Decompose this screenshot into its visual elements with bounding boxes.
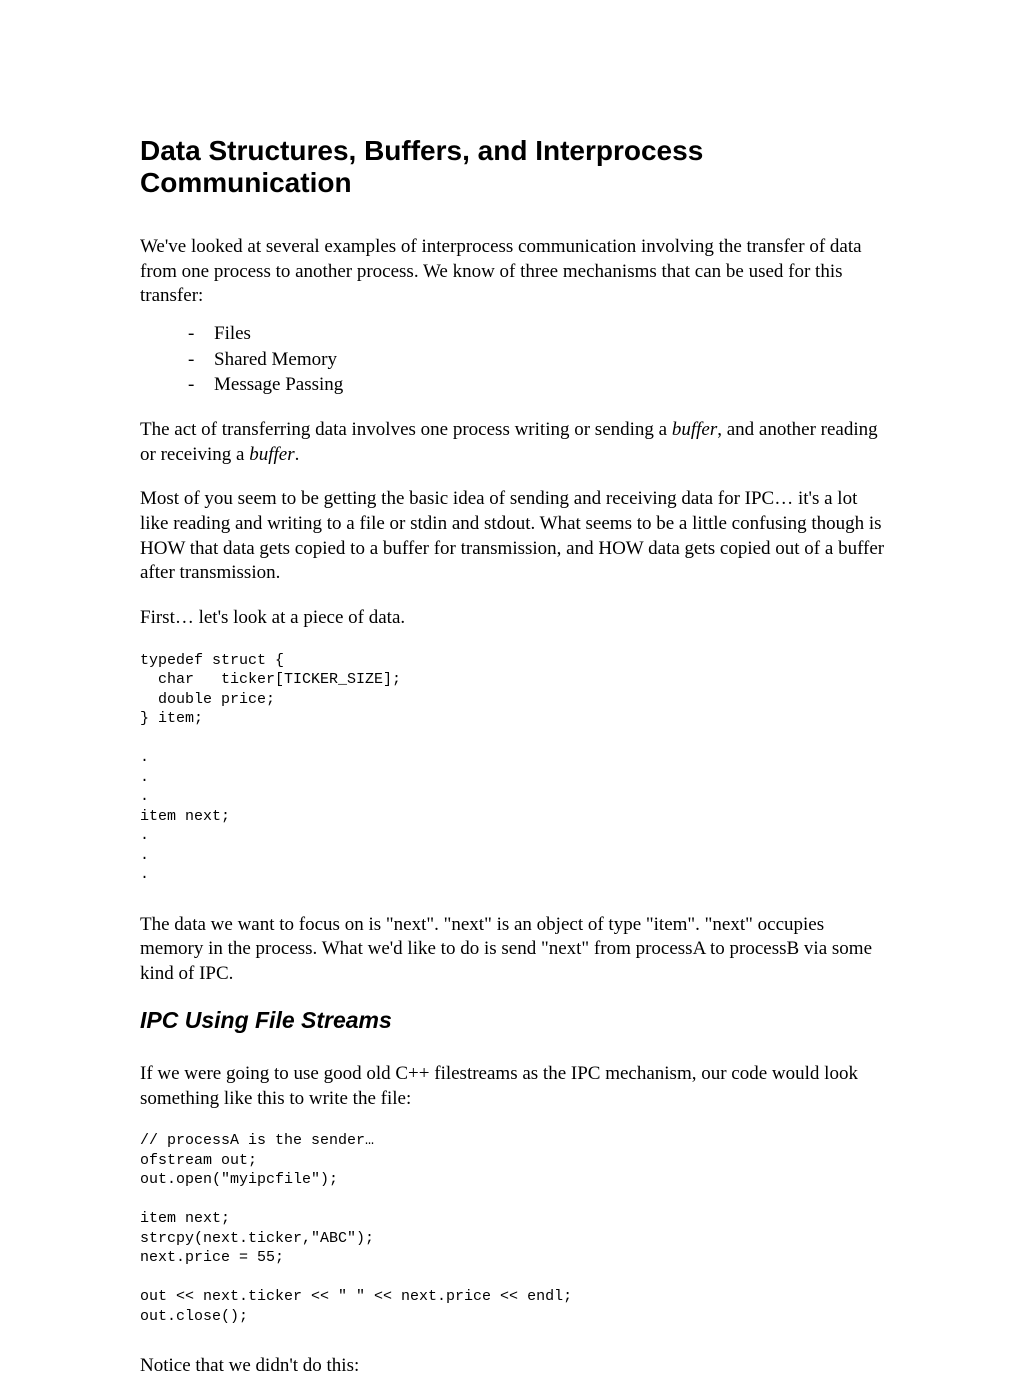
list-item: - Shared Memory (188, 347, 885, 373)
list-item-label: Files (214, 321, 251, 347)
notice-paragraph: Notice that we didn't do this: (140, 1354, 885, 1379)
struct-code-block: typedef struct { char ticker[TICKER_SIZE… (140, 651, 885, 885)
list-item-label: Shared Memory (214, 347, 337, 373)
list-item: - Files (188, 321, 885, 347)
ipc-explanation-paragraph: Most of you seem to be getting the basic… (140, 487, 885, 586)
data-intro-paragraph: First… let's look at a piece of data. (140, 606, 885, 631)
intro-paragraph: We've looked at several examples of inte… (140, 235, 885, 309)
buffer-italic: buffer (249, 444, 294, 465)
next-explanation-paragraph: The data we want to focus on is "next". … (140, 913, 885, 987)
sender-code-block: // processA is the sender… ofstream out;… (140, 1131, 885, 1326)
list-item-label: Message Passing (214, 372, 343, 398)
buffer-paragraph: The act of transferring data involves on… (140, 418, 885, 467)
bullet-dash: - (188, 347, 214, 373)
mechanism-list: - Files - Shared Memory - Message Passin… (140, 321, 885, 398)
filestream-paragraph: If we were going to use good old C++ fil… (140, 1062, 885, 1111)
page-title: Data Structures, Buffers, and Interproce… (140, 135, 885, 199)
buffer-italic: buffer (672, 419, 717, 440)
list-item: - Message Passing (188, 372, 885, 398)
text-span: . (295, 444, 300, 465)
bullet-dash: - (188, 321, 214, 347)
bullet-dash: - (188, 372, 214, 398)
text-span: The act of transferring data involves on… (140, 419, 672, 440)
section-subtitle: IPC Using File Streams (140, 1007, 885, 1034)
